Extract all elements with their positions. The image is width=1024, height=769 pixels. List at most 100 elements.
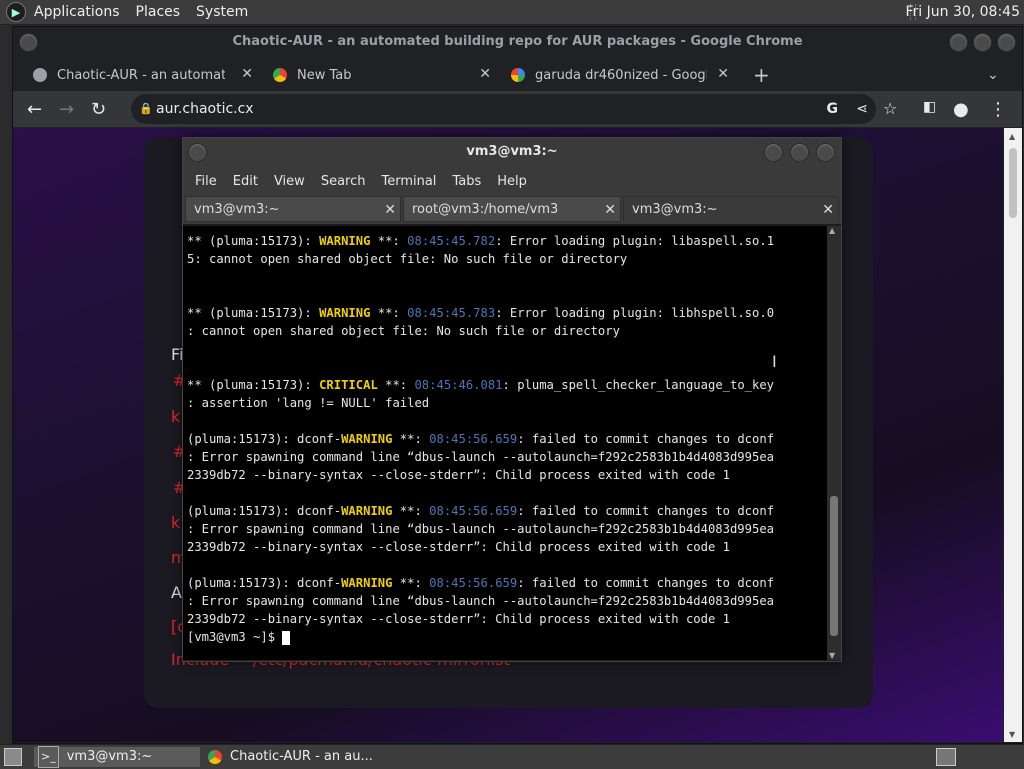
task-terminal[interactable]: >_ vm3@vm3:~ xyxy=(34,746,200,768)
menu-terminal[interactable]: Terminal xyxy=(373,174,444,189)
ibeam-cursor-icon: I xyxy=(772,352,777,371)
scroll-down-arrow-icon[interactable]: ▼ xyxy=(1009,730,1015,739)
terminal-line: (pluma:15173): dconf-WARNING **: 08:45:5… xyxy=(187,504,775,518)
profile-avatar-icon[interactable]: ● xyxy=(953,99,969,120)
menu-edit[interactable]: Edit xyxy=(225,174,266,189)
terminal-tab-2[interactable]: root@vm3:/home/vm3 ✕ xyxy=(403,196,621,222)
tab-search-chevron-down-icon[interactable]: ⌄ xyxy=(987,61,999,89)
terminal-line: 5: cannot open shared object file: No su… xyxy=(187,252,628,266)
lock-icon[interactable]: 🔒 xyxy=(139,94,153,124)
globe-icon xyxy=(33,68,47,82)
scroll-up-arrow-icon[interactable]: ▲ xyxy=(829,226,835,235)
chrome-window-title: Chaotic-AUR - an automated building repo… xyxy=(232,34,803,49)
page-text-fragment: k xyxy=(171,513,181,532)
menu-file[interactable]: File xyxy=(187,174,225,189)
terminal-line: : Error spawning command line “dbus-laun… xyxy=(187,594,774,608)
terminal-menubar: File Edit View Search Terminal Tabs Help xyxy=(183,166,841,196)
terminal-line: : cannot open shared object file: No suc… xyxy=(187,324,620,338)
close-icon[interactable]: ✕ xyxy=(384,197,396,223)
terminal-window: vm3@vm3:~ File Edit View Search Terminal… xyxy=(182,137,842,662)
close-icon[interactable]: ✕ xyxy=(604,197,616,223)
tab-label: garuda dr460nized - Google Se xyxy=(535,67,707,83)
close-icon[interactable]: ✕ xyxy=(479,66,491,82)
menu-tabs[interactable]: Tabs xyxy=(444,174,489,189)
terminal-line: : assertion 'lang != NULL' failed xyxy=(187,396,430,410)
minimize-button[interactable] xyxy=(949,33,968,52)
menu-places[interactable]: Places xyxy=(128,0,189,24)
terminal-line: : Error spawning command line “dbus-laun… xyxy=(187,450,774,464)
show-desktop-icon[interactable] xyxy=(4,748,22,766)
close-icon[interactable]: ✕ xyxy=(822,197,834,223)
terminal-line: (pluma:15173): dconf-WARNING **: 08:45:5… xyxy=(187,576,775,590)
workspace-switcher[interactable] xyxy=(936,748,956,766)
terminal-title-bar[interactable]: vm3@vm3:~ xyxy=(183,138,841,166)
terminal-line: (pluma:15173): dconf-WARNING **: 08:45:5… xyxy=(187,432,775,446)
tab-chaotic-aur[interactable]: Chaotic-AUR - an automated ✕ xyxy=(33,61,253,89)
share-icon[interactable]: ⋖ xyxy=(856,94,868,124)
url-text[interactable]: aur.chaotic.cx xyxy=(156,94,254,124)
google-lens-icon[interactable]: G xyxy=(827,94,839,124)
tab-label: Chaotic-AUR - an automated xyxy=(57,67,225,83)
scrollbar-thumb[interactable] xyxy=(1009,148,1017,218)
terminal-line: 2339db72 --binary-syntax --close-stderr”… xyxy=(187,540,730,554)
terminal-tab-3-active[interactable]: vm3@vm3:~ ✕ xyxy=(623,196,839,222)
terminal-scrollbar[interactable]: ▲ ▼ xyxy=(827,226,841,660)
back-arrow-icon[interactable]: ← xyxy=(27,99,42,120)
terminal-line: ** (pluma:15173): WARNING **: 08:45:45.7… xyxy=(187,234,775,248)
chrome-toolbar: ← → ↻ 🔒 aur.chaotic.cx G ⋖ ☆ ◧ ● ⋮ xyxy=(13,91,1022,127)
terminal-prompt[interactable]: [vm3@vm3 ~]$ xyxy=(187,630,291,645)
window-menu-button[interactable] xyxy=(188,143,207,162)
tab-google-search[interactable]: garuda dr460nized - Google Se ✕ xyxy=(511,61,729,89)
reload-icon[interactable]: ↻ xyxy=(91,99,106,120)
close-icon[interactable]: ✕ xyxy=(717,66,729,82)
scroll-down-arrow-icon[interactable]: ▼ xyxy=(829,651,835,660)
kebab-menu-icon[interactable]: ⋮ xyxy=(989,99,1007,120)
terminal-line: ** (pluma:15173): WARNING **: 08:45:45.7… xyxy=(187,306,775,320)
scroll-up-arrow-icon[interactable]: ▲ xyxy=(1009,132,1015,141)
tab-label: New Tab xyxy=(297,67,352,83)
terminal-line: : Error spawning command line “dbus-laun… xyxy=(187,522,774,536)
chrome-icon xyxy=(273,68,287,82)
google-icon xyxy=(511,68,525,82)
tab-label: vm3@vm3:~ xyxy=(632,202,718,217)
maximize-button[interactable] xyxy=(790,143,809,162)
tab-label: root@vm3:/home/vm3 xyxy=(412,202,559,217)
clock[interactable]: Fri Jun 30, 08:45 xyxy=(905,0,1020,24)
chrome-icon xyxy=(208,750,222,764)
forward-arrow-icon[interactable]: → xyxy=(59,99,74,120)
close-icon[interactable]: ✕ xyxy=(241,66,253,82)
bookmark-star-icon[interactable]: ☆ xyxy=(883,99,897,118)
terminal-icon: >_ xyxy=(38,746,59,768)
menu-view[interactable]: View xyxy=(266,174,313,189)
terminal-line: 2339db72 --binary-syntax --close-stderr”… xyxy=(187,612,730,626)
top-panel: ▶ Applications Places System Fri Jun 30,… xyxy=(0,0,1024,25)
terminal-title: vm3@vm3:~ xyxy=(466,144,558,159)
terminal-tab-strip: vm3@vm3:~ ✕ root@vm3:/home/vm3 ✕ vm3@vm3… xyxy=(183,196,841,224)
task-chrome[interactable]: Chaotic-AUR - an au... xyxy=(204,747,424,767)
terminal-line: 2339db72 --binary-syntax --close-stderr”… xyxy=(187,468,730,482)
address-bar[interactable]: 🔒 aur.chaotic.cx G ⋖ xyxy=(131,94,876,124)
minimize-button[interactable] xyxy=(764,143,783,162)
text-cursor xyxy=(282,630,291,645)
tab-new-tab[interactable]: New Tab ✕ xyxy=(273,61,491,89)
menu-applications[interactable]: Applications xyxy=(26,0,128,24)
side-panel-icon[interactable]: ◧ xyxy=(923,99,936,115)
chrome-tab-strip: Chaotic-AUR - an automated ✕ New Tab ✕ g… xyxy=(13,59,1022,89)
task-label: Chaotic-AUR - an au... xyxy=(230,749,373,764)
tab-label: vm3@vm3:~ xyxy=(194,202,280,217)
menu-system[interactable]: System xyxy=(188,0,256,24)
menu-search[interactable]: Search xyxy=(313,174,374,189)
window-menu-button[interactable] xyxy=(19,33,38,52)
close-button[interactable] xyxy=(816,143,835,162)
applications-logo-icon[interactable]: ▶ xyxy=(6,2,26,22)
chrome-title-bar[interactable]: Chaotic-AUR - an automated building repo… xyxy=(13,27,1022,57)
terminal-tab-1[interactable]: vm3@vm3:~ ✕ xyxy=(185,196,401,222)
close-button[interactable] xyxy=(997,33,1016,52)
terminal-output[interactable]: ** (pluma:15173): WARNING **: 08:45:45.7… xyxy=(183,226,827,660)
page-scrollbar[interactable]: ▲ ▼ xyxy=(1004,128,1022,742)
scrollbar-thumb[interactable] xyxy=(830,496,838,636)
bottom-taskbar: >_ vm3@vm3:~ Chaotic-AUR - an au... xyxy=(0,744,1024,769)
menu-help[interactable]: Help xyxy=(489,174,535,189)
maximize-button[interactable] xyxy=(973,33,992,52)
new-tab-button[interactable]: + xyxy=(753,61,770,89)
